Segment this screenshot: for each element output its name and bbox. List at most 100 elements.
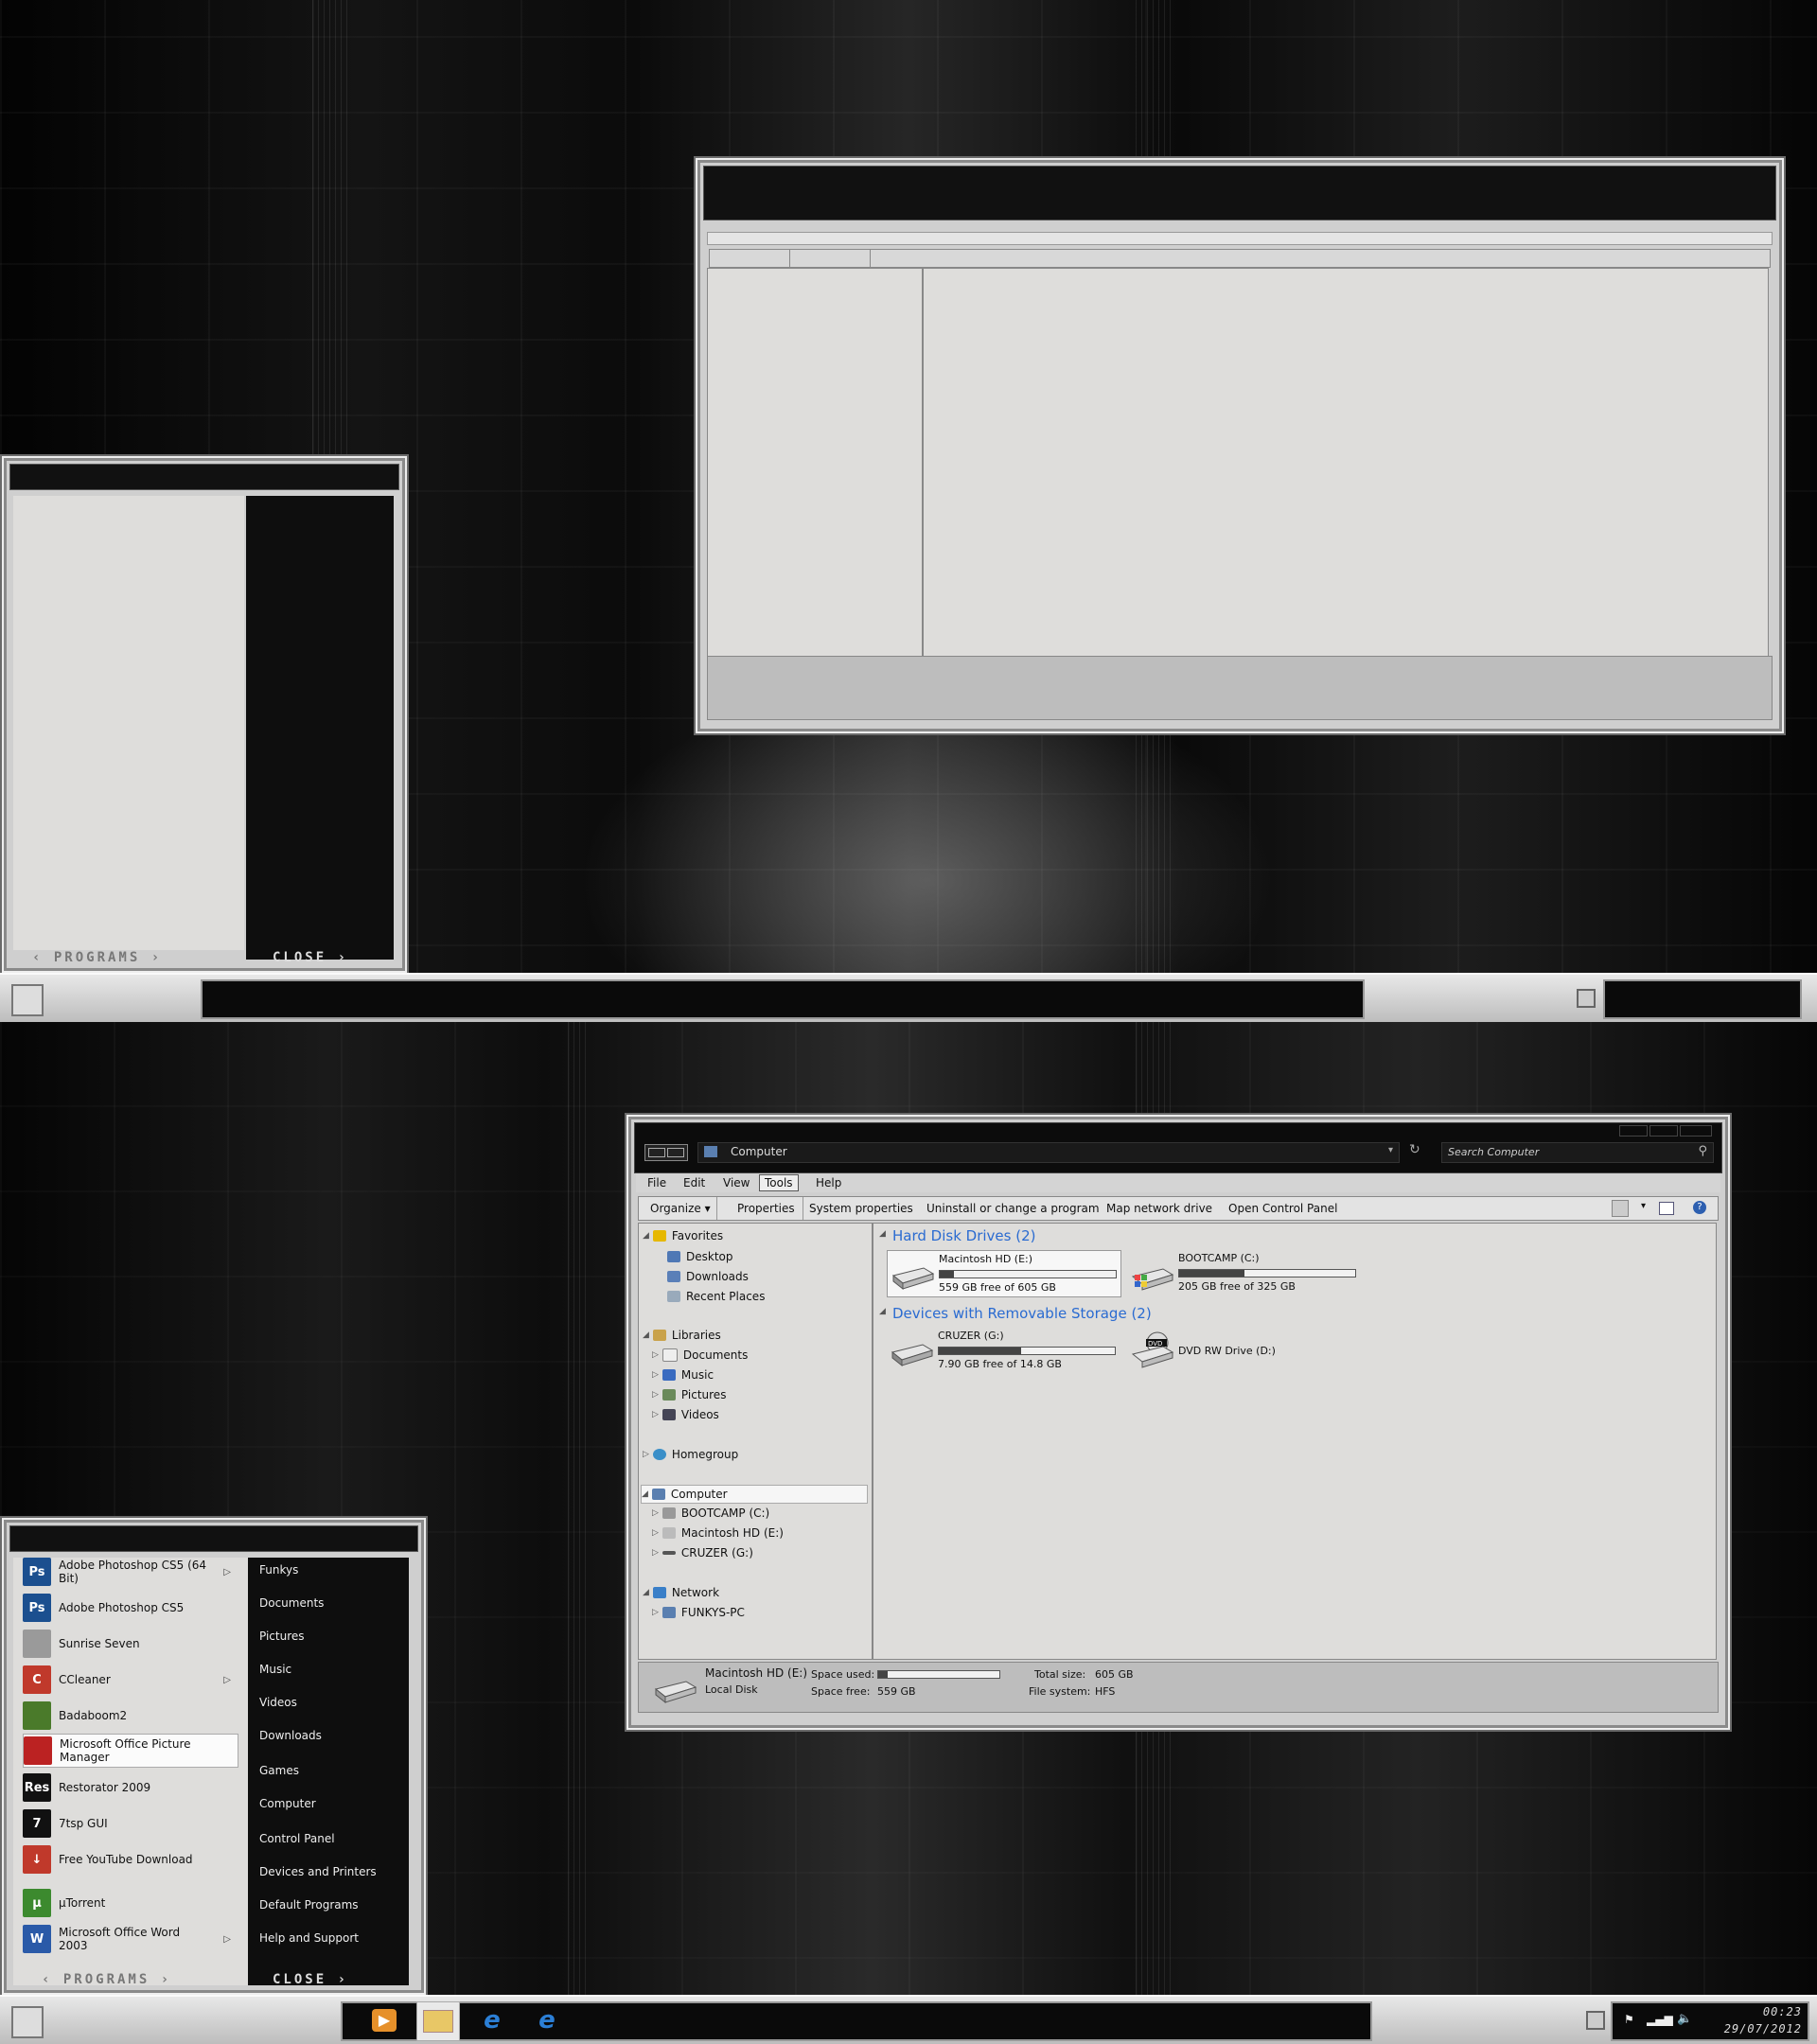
nav-macintosh-hd[interactable]: ▷ Macintosh HD (E:) bbox=[652, 1524, 784, 1542]
close-button[interactable]: CLOSE › bbox=[273, 950, 348, 965]
program-item[interactable]: Badaboom2 bbox=[23, 1700, 237, 1732]
uninstall-program-button[interactable]: Uninstall or change a program bbox=[926, 1197, 1100, 1220]
start-menu-link[interactable]: Downloads bbox=[259, 1729, 322, 1742]
network-signal-icon[interactable]: ▂▄▆ bbox=[1647, 2013, 1673, 2026]
start-menu-link[interactable]: Help and Support bbox=[259, 1931, 359, 1945]
submenu-arrow-icon[interactable]: ▷ bbox=[223, 1934, 231, 1945]
program-item[interactable]: ↓ Free YouTube Download bbox=[23, 1843, 237, 1876]
system-properties-button[interactable]: System properties bbox=[809, 1197, 913, 1220]
start-menu-header bbox=[9, 1525, 418, 1552]
menu-edit[interactable]: Edit bbox=[683, 1176, 705, 1189]
program-item[interactable]: W Microsoft Office Word 2003 ▷ bbox=[23, 1923, 237, 1955]
nav-desktop[interactable]: Desktop bbox=[667, 1248, 733, 1265]
start-menu-link[interactable]: Videos bbox=[259, 1696, 297, 1709]
organize-button[interactable]: Organize ▾ bbox=[644, 1197, 717, 1220]
group-hard-disk-drives[interactable]: Hard Disk Drives (2) bbox=[892, 1227, 1035, 1244]
help-icon[interactable]: ? bbox=[1693, 1201, 1706, 1214]
drive-tile-dvd[interactable]: DVD DVD RW Drive (D:) bbox=[1127, 1328, 1364, 1373]
minimize-button[interactable] bbox=[1619, 1125, 1648, 1137]
preview-pane-icon[interactable] bbox=[1659, 1202, 1674, 1215]
start-menu-link[interactable]: Pictures bbox=[259, 1630, 305, 1643]
nav-homegroup[interactable]: ▷ Homegroup bbox=[643, 1446, 738, 1463]
menu-help[interactable]: Help bbox=[816, 1176, 841, 1189]
forward-icon[interactable] bbox=[667, 1148, 684, 1157]
start-menu-link[interactable]: Default Programs bbox=[259, 1898, 359, 1912]
refresh-icon[interactable]: ↻ bbox=[1409, 1142, 1420, 1157]
taskbar-task-area[interactable] bbox=[201, 979, 1365, 1019]
start-button[interactable] bbox=[11, 984, 44, 1016]
clock-date[interactable]: 29/07/2012 bbox=[1724, 2022, 1802, 2035]
search-box[interactable]: Search Computer ⚲ bbox=[1441, 1142, 1714, 1163]
close-button[interactable]: CLOSE › bbox=[273, 1972, 348, 1987]
nav-music[interactable]: ▷ Music bbox=[652, 1366, 714, 1383]
chevron-down-icon[interactable]: ▾ bbox=[1641, 1201, 1646, 1211]
internet-explorer-icon[interactable]: e bbox=[471, 2001, 513, 2039]
collapse-icon[interactable]: ◢ bbox=[879, 1307, 886, 1316]
program-item[interactable]: µ µTorrent bbox=[23, 1887, 237, 1919]
nav-cruzer[interactable]: ▷ CRUZER (G:) bbox=[652, 1544, 753, 1561]
chevron-down-icon[interactable]: ▾ bbox=[1388, 1145, 1393, 1155]
close-window-button[interactable] bbox=[1680, 1125, 1712, 1137]
start-menu-link[interactable]: Documents bbox=[259, 1596, 324, 1610]
open-control-panel-button[interactable]: Open Control Panel bbox=[1228, 1197, 1337, 1220]
start-menu-link[interactable]: Games bbox=[259, 1764, 299, 1777]
clock-time[interactable]: 00:23 bbox=[1763, 2005, 1802, 2018]
group-removable-storage[interactable]: Devices with Removable Storage (2) bbox=[892, 1305, 1152, 1322]
tab[interactable] bbox=[710, 250, 790, 267]
media-player-icon[interactable]: ▶ bbox=[363, 2001, 405, 2039]
maximize-button[interactable] bbox=[1649, 1125, 1678, 1137]
start-menu-link[interactable]: Devices and Printers bbox=[259, 1865, 377, 1878]
menu-file[interactable]: File bbox=[647, 1176, 666, 1189]
nav-recent-places[interactable]: Recent Places bbox=[667, 1288, 765, 1305]
drive-tile-cruzer[interactable]: CRUZER (G:) 7.90 GB free of 14.8 GB bbox=[887, 1328, 1120, 1373]
drive-tile-macintosh-hd[interactable]: Macintosh HD (E:) 559 GB free of 605 GB bbox=[887, 1250, 1121, 1297]
start-menu-link[interactable]: Funkys bbox=[259, 1563, 298, 1577]
tab[interactable] bbox=[790, 250, 871, 267]
nav-pictures[interactable]: ▷ Pictures bbox=[652, 1386, 726, 1403]
properties-button[interactable]: Properties bbox=[730, 1197, 803, 1220]
program-item[interactable]: Ps Adobe Photoshop CS5 bbox=[23, 1592, 237, 1624]
program-item[interactable]: Microsoft Office Picture Manager bbox=[23, 1734, 238, 1768]
start-button[interactable] bbox=[11, 2006, 44, 2038]
nav-funkys-pc[interactable]: ▷ FUNKYS-PC bbox=[652, 1604, 745, 1621]
menu-view[interactable]: View bbox=[723, 1176, 750, 1189]
start-menu-link[interactable]: Control Panel bbox=[259, 1832, 335, 1845]
window-titlebar[interactable] bbox=[703, 166, 1776, 220]
start-menu-link[interactable]: Computer bbox=[259, 1797, 316, 1810]
nav-network[interactable]: ◢ Network bbox=[643, 1584, 719, 1601]
view-options-icon[interactable] bbox=[1612, 1200, 1629, 1217]
program-item[interactable]: Res Restorator 2009 bbox=[23, 1771, 237, 1804]
submenu-arrow-icon[interactable]: ▷ bbox=[223, 1675, 231, 1685]
map-network-drive-button[interactable]: Map network drive bbox=[1106, 1197, 1212, 1220]
menu-tools[interactable]: Tools bbox=[759, 1174, 799, 1191]
nav-favorites[interactable]: ◢ Favorites bbox=[643, 1227, 723, 1244]
internet-explorer-icon[interactable]: e bbox=[526, 2001, 568, 2039]
back-icon[interactable] bbox=[648, 1148, 665, 1157]
nav-computer[interactable]: ◢ Computer bbox=[641, 1485, 868, 1504]
notification-area[interactable] bbox=[1603, 979, 1802, 1019]
all-programs-button[interactable]: ‹ PROGRAMS › bbox=[42, 1972, 171, 1987]
program-item[interactable]: 7 7tsp GUI bbox=[23, 1807, 237, 1840]
show-desktop-icon[interactable] bbox=[1586, 2011, 1605, 2030]
drive-tile-bootcamp[interactable]: BOOTCAMP (C:) 205 GB free of 325 GB bbox=[1127, 1250, 1364, 1295]
volume-icon[interactable]: 🔈 bbox=[1677, 2012, 1692, 2026]
address-bar[interactable]: Computer ▾ bbox=[697, 1142, 1400, 1163]
program-item[interactable]: C CCleaner ▷ bbox=[23, 1664, 237, 1696]
nav-downloads[interactable]: Downloads bbox=[667, 1268, 749, 1285]
back-forward-buttons[interactable] bbox=[644, 1144, 688, 1161]
program-item[interactable]: Ps Adobe Photoshop CS5 (64 Bit) ▷ bbox=[23, 1556, 237, 1588]
submenu-arrow-icon[interactable]: ▷ bbox=[223, 1567, 231, 1577]
show-desktop-icon[interactable] bbox=[1577, 989, 1596, 1008]
notification-area: ⚑ ▂▄▆ 🔈 00:23 29/07/2012 bbox=[1611, 2001, 1809, 2041]
action-center-flag-icon[interactable]: ⚑ bbox=[1624, 2013, 1634, 2026]
program-item[interactable]: Sunrise Seven bbox=[23, 1628, 237, 1660]
nav-bootcamp[interactable]: ▷ BOOTCAMP (C:) bbox=[652, 1505, 769, 1522]
collapse-icon[interactable]: ◢ bbox=[879, 1229, 886, 1239]
start-menu-link[interactable]: Music bbox=[259, 1663, 291, 1676]
file-explorer-icon[interactable] bbox=[416, 2001, 460, 2041]
all-programs-button[interactable]: ‹ PROGRAMS › bbox=[32, 950, 162, 965]
nav-documents[interactable]: ▷ Documents bbox=[652, 1347, 748, 1364]
nav-videos[interactable]: ▷ Videos bbox=[652, 1406, 719, 1423]
nav-libraries[interactable]: ◢ Libraries bbox=[643, 1327, 721, 1344]
search-icon[interactable]: ⚲ bbox=[1698, 1144, 1707, 1158]
